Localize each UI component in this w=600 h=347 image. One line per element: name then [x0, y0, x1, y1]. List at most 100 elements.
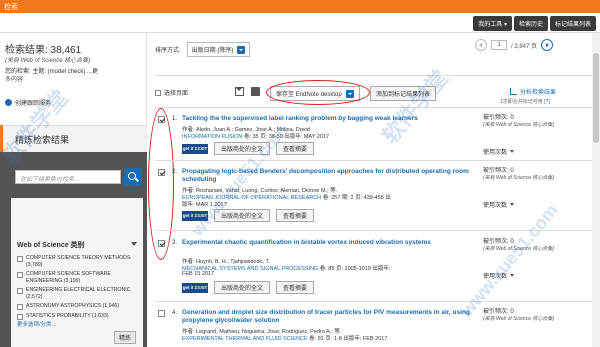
- record-source[interactable]: EXPERIMENTAL THERMAL AND FLUID SCIENCE 卷…: [182, 334, 387, 342]
- category-list: COMPUTER SCIENCE THEORY METHODS (3,789) …: [17, 255, 137, 323]
- cited-source: (来自 Web of Science 核心合集): [483, 175, 555, 181]
- abstract-button[interactable]: 查看摘要: [276, 209, 315, 222]
- chevron-down-icon: [510, 274, 515, 277]
- abstract-button[interactable]: 查看摘要: [276, 281, 315, 294]
- category-label: STATISTICS PROBABILITY (1,633): [26, 313, 109, 319]
- checkbox[interactable]: [17, 256, 23, 262]
- divider: [155, 160, 595, 161]
- usage-count[interactable]: 使用次数: [483, 271, 515, 280]
- divider: [155, 230, 595, 231]
- cited-count: 被引频次: 0: [483, 309, 514, 315]
- category-item[interactable]: COMPUTER SCIENCE SOFTWARE ENGINEERING (3…: [17, 271, 137, 284]
- record-checkbox[interactable]: [158, 310, 165, 317]
- record-checkbox[interactable]: [158, 240, 165, 247]
- checkbox[interactable]: [17, 304, 23, 310]
- citation-info: 被引频次: 0 (来自 Web of Science 核心合集): [483, 115, 554, 129]
- chevron-down-icon[interactable]: [131, 242, 137, 248]
- category-label: ENGINEERING ELECTRICAL ELECTRONIC (2,572…: [26, 287, 131, 300]
- cited-count: 被引频次: 0: [483, 168, 514, 174]
- checkbox[interactable]: [17, 288, 23, 294]
- result-record: 4. Generation and droplet size distribut…: [155, 309, 595, 347]
- annotation-oval: [266, 80, 370, 105]
- prev-page-button[interactable]: [475, 39, 487, 51]
- record-number: 3.: [172, 240, 178, 246]
- record-date: 版年: MAR 1 2017: [182, 202, 227, 208]
- sort-select[interactable]: 出版日期 (降序): [186, 42, 251, 57]
- scrollbar-thumb[interactable]: [593, 53, 599, 143]
- create-alert-label: 创建跟踪服务: [15, 101, 52, 107]
- next-page-button[interactable]: [541, 39, 554, 51]
- refine-search-input[interactable]: 在如下结果集内检索...: [15, 170, 121, 184]
- category-item[interactable]: COMPUTER SCIENCE THEORY METHODS (3,789): [17, 255, 137, 268]
- refine-header: 精炼检索结果: [0, 125, 147, 152]
- analyze-results-link[interactable]: 分析检索结果: [510, 87, 556, 96]
- getit-button[interactable]: get it ΣΞXIT: [182, 282, 208, 293]
- chevron-down-icon: [237, 45, 246, 54]
- page-total: / 3,847 页: [511, 43, 538, 50]
- divider: [155, 107, 595, 108]
- email-icon[interactable]: [235, 87, 244, 96]
- usage-label: 使用次数: [483, 150, 508, 156]
- record-meta: 卷: 257 期: 2 页: 439-455 出: [322, 195, 391, 201]
- category-item[interactable]: ASTRONOMY ASTROPHYSICS (1,946): [17, 303, 137, 310]
- usage-count[interactable]: 使用次数: [483, 147, 515, 156]
- record-meta: 卷: 35 页: 38-50 出版年: MAY 2017: [243, 134, 330, 140]
- my-tools-button[interactable]: 我的工具 ▾: [473, 16, 512, 31]
- fulltext-button[interactable]: 出版商处的全文: [214, 142, 271, 155]
- result-record: 1. Tackling the the supervised label ran…: [155, 115, 595, 175]
- record-actions: get it ΣΞXIT 出版商处的全文 查看摘要: [182, 142, 315, 155]
- fulltext-button[interactable]: 出版商处的全文: [214, 281, 271, 294]
- record-date: FEB 15 2017: [182, 271, 215, 277]
- analyze-label: 分析检索结果: [520, 90, 557, 96]
- record-title[interactable]: Generation and droplet size distribution…: [182, 309, 482, 324]
- search-history-button[interactable]: 检索历史: [513, 16, 548, 31]
- scrollbar[interactable]: [592, 33, 600, 347]
- category-title[interactable]: Web of Science 类别: [17, 240, 85, 250]
- record-source[interactable]: INFORMATION FUSION 卷: 35 页: 38-50 出版年: M…: [182, 132, 329, 140]
- select-page[interactable]: 选择页面: [155, 88, 188, 97]
- cite-note-text: 1次即合并标记可用: [500, 99, 543, 105]
- record-source-name[interactable]: EXPERIMENTAL THERMAL AND FLUID SCIENCE: [182, 336, 308, 342]
- results-count: 检索结果: 38,461: [5, 45, 82, 56]
- page-input[interactable]: 1: [491, 40, 507, 50]
- citation-info: 被引频次: 0 (来自 Web of Science 核心合集): [483, 239, 554, 253]
- record-checkbox[interactable]: [158, 169, 165, 176]
- print-icon[interactable]: [251, 87, 260, 96]
- record-checkbox[interactable]: [158, 116, 165, 123]
- record-number: 2.: [172, 169, 178, 175]
- results-summary: 检索结果: 38,461 (来自 Web of Science 核心合集) 您的…: [0, 33, 147, 125]
- category-label: COMPUTER SCIENCE SOFTWARE ENGINEERING (3…: [26, 271, 111, 284]
- search-query-more[interactable]: 多内容: [5, 74, 23, 83]
- refine-button[interactable]: 精炼: [114, 331, 137, 344]
- record-actions: get it ΣΞXIT 出版商处的全文 查看摘要: [182, 209, 315, 222]
- create-alert[interactable]: 创建跟踪服务: [5, 98, 51, 107]
- divider: [155, 75, 595, 76]
- category-item[interactable]: STATISTICS PROBABILITY (1,633): [17, 313, 137, 320]
- usage-count[interactable]: 使用次数: [483, 200, 515, 209]
- record-title[interactable]: Propagating logic-based Benders' decompo…: [182, 168, 482, 183]
- results-source: (来自 Web of Science 核心合集): [5, 58, 91, 64]
- record-source-name[interactable]: INFORMATION FUSION: [182, 134, 242, 140]
- getit-button[interactable]: get it ΣΞXIT: [182, 210, 208, 221]
- divider: [155, 301, 595, 302]
- fulltext-button[interactable]: 出版商处的全文: [214, 209, 271, 222]
- nav-buttons: 我的工具 ▾ 检索历史 标记结果列表: [473, 16, 596, 31]
- checkbox[interactable]: [17, 272, 23, 278]
- abstract-button[interactable]: 查看摘要: [276, 142, 315, 155]
- sub-bar: 我的工具 ▾ 检索历史 标记结果列表: [0, 13, 600, 33]
- record-title[interactable]: Experimental chaotic quantification in b…: [182, 239, 482, 247]
- marked-list-button[interactable]: 标记结果列表: [549, 16, 596, 31]
- record-title[interactable]: Tackling the the supervised label rankin…: [182, 115, 482, 123]
- pager: 1 / 3,847 页: [475, 39, 554, 51]
- search-tab[interactable]: 检索: [4, 2, 18, 12]
- help-link[interactable]: [?]: [544, 99, 550, 105]
- record-number: 1.: [172, 116, 178, 122]
- getit-button[interactable]: get it ΣΞXIT: [182, 143, 208, 154]
- select-page-label: 选择页面: [164, 91, 189, 97]
- search-icon[interactable]: [124, 168, 142, 186]
- record-meta: 卷: 81 页: 1-8 出版年: FEB 2017: [309, 336, 388, 342]
- checkbox[interactable]: [155, 90, 161, 96]
- category-item[interactable]: ENGINEERING ELECTRICAL ELECTRONIC (2,572…: [17, 287, 137, 300]
- add-to-marked-button[interactable]: 添加到标记结果列表: [370, 86, 437, 101]
- more-options-link[interactable]: 更多选项/分类...: [17, 320, 56, 328]
